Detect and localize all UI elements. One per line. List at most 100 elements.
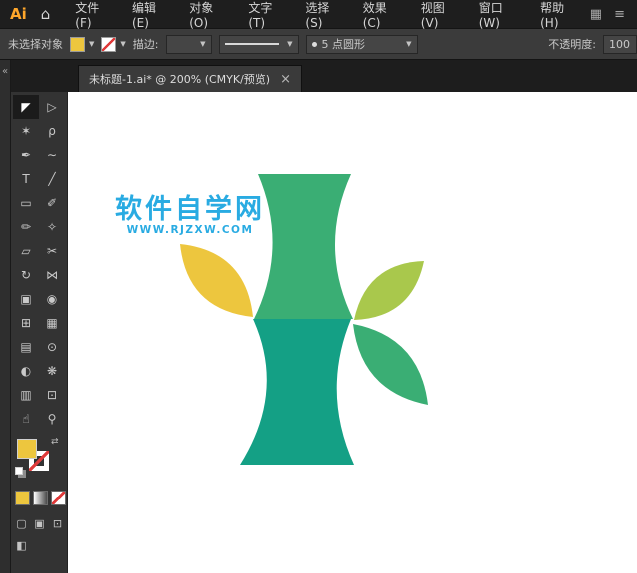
tool-lasso[interactable]: ρ: [39, 119, 65, 143]
tool-line-segment[interactable]: ╱: [39, 167, 65, 191]
leaf-yellow[interactable]: [180, 244, 253, 317]
tool-curvature[interactable]: ∼: [39, 143, 65, 167]
leaf-light-green[interactable]: [354, 261, 424, 320]
tool-column-graph[interactable]: ▥: [13, 383, 39, 407]
opacity-field[interactable]: 100: [603, 34, 637, 54]
collapse-panels-chevron[interactable]: «: [2, 66, 8, 77]
tool-shaper[interactable]: ✧: [39, 215, 65, 239]
home-icon[interactable]: ⌂: [35, 5, 67, 23]
zoom-tool-icon: ⚲: [47, 412, 57, 426]
tool-hand[interactable]: ☝: [13, 407, 39, 431]
width-profile-dropdown[interactable]: ▼: [218, 34, 299, 54]
tool-scissors[interactable]: ✂: [39, 239, 65, 263]
opacity-label: 不透明度:: [548, 38, 596, 51]
round-brush-icon: [311, 41, 317, 47]
tool-rotate[interactable]: ↻: [13, 263, 39, 287]
document-tab-bar: 未标题-1.ai* @ 200% (CMYK/预览) ×: [11, 60, 637, 92]
chevron-down-icon: ▼: [406, 40, 412, 48]
swap-fill-stroke-icon[interactable]: ⇄: [51, 437, 59, 447]
brush-definition-dropdown[interactable]: 5 点圆形 ▼: [305, 34, 418, 54]
selection-tool-icon: ◤: [21, 100, 31, 114]
draw-behind-button[interactable]: ▣: [31, 515, 48, 531]
none-button[interactable]: [51, 491, 66, 505]
menu-item-file[interactable]: 文件(F): [66, 0, 123, 30]
fill-stroke-panel: ⇄ ▢ ▣ ⊡ ◧: [11, 431, 67, 573]
blend-tool-icon: ◐: [20, 364, 32, 378]
artboard-canvas[interactable]: 软件自学网 WWW.RJZXW.COM: [68, 92, 637, 573]
hand-tool-icon: ☝: [22, 412, 30, 426]
rectangle-tool-icon: ▭: [20, 196, 32, 210]
document-tab[interactable]: 未标题-1.ai* @ 200% (CMYK/预览) ×: [78, 65, 302, 92]
type-tool-icon: T: [22, 172, 30, 186]
leaf-green[interactable]: [353, 324, 428, 405]
rotate-tool-icon: ↻: [20, 268, 32, 282]
bamboo-segment-top[interactable]: [254, 174, 353, 319]
tool-type[interactable]: T: [13, 167, 39, 191]
tool-paintbrush[interactable]: ✐: [39, 191, 65, 215]
artboard-tool-icon: ⊡: [46, 388, 58, 402]
change-screen-mode-button[interactable]: ◧: [13, 537, 30, 553]
menu-bar: Ai ⌂ 文件(F) 编辑(E) 对象(O) 文字(T) 选择(S) 效果(C)…: [0, 0, 637, 30]
tool-free-transform[interactable]: ▣: [13, 287, 39, 311]
menu-item-help[interactable]: 帮助(H): [531, 0, 590, 30]
fill-color-swatch[interactable]: [70, 36, 85, 52]
tool-eyedropper[interactable]: ⊙: [39, 335, 65, 359]
draw-inside-button[interactable]: ⊡: [49, 515, 66, 531]
fill-proxy-swatch[interactable]: [17, 439, 37, 459]
tool-selection[interactable]: ◤: [13, 95, 39, 119]
opacity-value: 100: [609, 37, 630, 51]
tool-blend[interactable]: ◐: [13, 359, 39, 383]
tool-zoom[interactable]: ⚲: [39, 407, 65, 431]
tool-artboard[interactable]: ⊡: [39, 383, 65, 407]
drawing-modes-row: ▢ ▣ ⊡: [13, 515, 66, 531]
arrange-documents-icon[interactable]: ▦: [590, 7, 602, 22]
fill-dropdown-arrow[interactable]: ▼: [89, 40, 94, 48]
tool-rectangle[interactable]: ▭: [13, 191, 39, 215]
uniform-profile-preview: [224, 43, 279, 45]
scissors-tool-icon: ✂: [46, 244, 58, 258]
watermark-url: WWW.RJZXW.COM: [127, 224, 254, 236]
menu-item-type[interactable]: 文字(T): [239, 0, 296, 30]
app-body: « 未标题-1.ai* @ 200% (CMYK/预览) × ◤ ▷ ✶ ρ ✒…: [0, 60, 637, 573]
menu-item-select[interactable]: 选择(S): [296, 0, 353, 30]
menu-item-edit[interactable]: 编辑(E): [123, 0, 180, 30]
watermark-title: 软件自学网: [115, 193, 265, 225]
tool-direct-selection[interactable]: ▷: [39, 95, 65, 119]
tool-perspective-grid[interactable]: ⊞: [13, 311, 39, 335]
tool-pencil[interactable]: ✏: [13, 215, 39, 239]
tool-gradient[interactable]: ▤: [13, 335, 39, 359]
tool-eraser[interactable]: ▱: [13, 239, 39, 263]
default-fill-stroke-icon[interactable]: [15, 467, 23, 475]
bamboo-segment-bottom[interactable]: [240, 319, 354, 465]
tool-pen[interactable]: ✒: [13, 143, 39, 167]
selection-status: 未选择对象: [8, 38, 63, 51]
magic-wand-tool-icon: ✶: [20, 124, 32, 138]
tool-shape-builder[interactable]: ◉: [39, 287, 65, 311]
color-mode-row: [15, 491, 66, 505]
width-tool-icon: ⋈: [46, 268, 58, 282]
lasso-tool-icon: ρ: [48, 124, 56, 138]
menu-item-effect[interactable]: 效果(C): [354, 0, 412, 30]
menu-item-object[interactable]: 对象(O): [180, 0, 239, 30]
chevron-down-icon: ▼: [287, 40, 293, 48]
tool-mesh[interactable]: ▦: [39, 311, 65, 335]
app-menu-icon[interactable]: ≡: [614, 7, 625, 22]
tool-symbol-sprayer[interactable]: ❋: [39, 359, 65, 383]
perspective-grid-tool-icon: ⊞: [20, 316, 32, 330]
close-icon[interactable]: ×: [280, 73, 291, 86]
gradient-tool-icon: ▤: [20, 340, 32, 354]
tool-width[interactable]: ⋈: [39, 263, 65, 287]
stroke-color-swatch[interactable]: [101, 36, 117, 52]
mesh-tool-icon: ▦: [46, 316, 58, 330]
shape-builder-tool-icon: ◉: [46, 292, 58, 306]
color-button[interactable]: [15, 491, 30, 505]
menu-item-view[interactable]: 视图(V): [412, 0, 470, 30]
draw-normal-button[interactable]: ▢: [13, 515, 30, 531]
gradient-button[interactable]: [33, 491, 48, 505]
tool-magic-wand[interactable]: ✶: [13, 119, 39, 143]
stroke-dropdown-arrow[interactable]: ▼: [120, 40, 125, 48]
free-transform-tool-icon: ▣: [20, 292, 32, 306]
stroke-weight-dropdown[interactable]: ▼: [165, 34, 212, 54]
pen-tool-icon: ✒: [20, 148, 32, 162]
menu-item-window[interactable]: 窗口(W): [470, 0, 531, 30]
